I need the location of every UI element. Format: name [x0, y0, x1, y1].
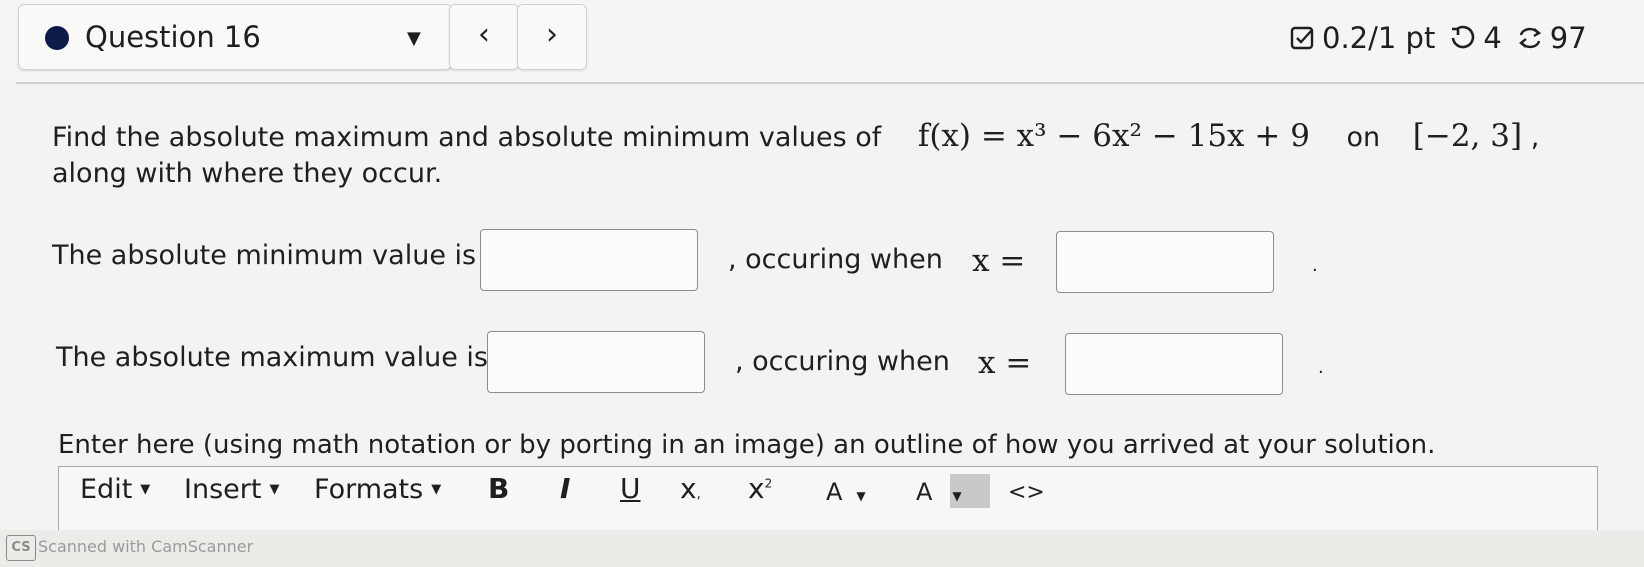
- score-text: 0.2/1 pt: [1322, 21, 1436, 55]
- min-period: .: [1312, 255, 1318, 276]
- interval: [−2, 3]: [1412, 118, 1523, 154]
- checkbox-score-icon: [1290, 25, 1316, 51]
- formats-menu-label: Formats: [314, 474, 424, 505]
- question-status-dot: [45, 26, 69, 50]
- interval-comma: ,: [1530, 122, 1540, 153]
- dropdown-caret-icon: ▼: [407, 28, 421, 49]
- bold-button[interactable]: B: [488, 472, 509, 505]
- next-question-button[interactable]: ›: [517, 4, 587, 70]
- outline-prompt: Enter here (using math notation or by po…: [58, 430, 1436, 460]
- min-x-equals: x =: [972, 243, 1026, 279]
- retries-count: 4: [1483, 21, 1502, 55]
- chevron-left-icon: ‹: [478, 17, 490, 52]
- min-x-input[interactable]: [1056, 231, 1274, 293]
- insert-menu-label: Insert: [184, 474, 262, 505]
- previous-question-button[interactable]: ‹: [449, 4, 519, 70]
- problem-text: Find the absolute maximum and absolute m…: [52, 122, 882, 153]
- caret-down-icon: ▼: [431, 482, 442, 497]
- min-value-input[interactable]: [480, 229, 698, 291]
- insert-menu[interactable]: Insert ▼: [184, 474, 279, 505]
- camscanner-text: Scanned with CamScanner: [38, 537, 254, 556]
- header-divider: [16, 82, 1644, 84]
- max-value-label: The absolute maximum value is: [56, 342, 488, 373]
- max-value-input[interactable]: [487, 331, 705, 393]
- max-occurring-text: , occuring when: [735, 346, 950, 377]
- question-label: Question 16: [85, 20, 261, 54]
- function-expression: f(x) = x³ − 6x² − 15x + 9: [917, 118, 1310, 154]
- underline-button[interactable]: U: [620, 472, 641, 505]
- attempts-icon: [1516, 24, 1544, 52]
- problem-line-2: along with where they occur.: [52, 158, 443, 189]
- highlight-color-button[interactable]: A ▼: [912, 478, 962, 506]
- question-status: 0.2/1 pt 4 97: [1290, 18, 1587, 58]
- caret-down-icon: ▼: [856, 489, 866, 503]
- edit-menu[interactable]: Edit ▼: [80, 474, 150, 505]
- max-x-equals: x =: [978, 345, 1032, 381]
- question-selector[interactable]: Question 16 ▼: [18, 4, 452, 70]
- italic-button[interactable]: I: [560, 472, 570, 505]
- formats-menu[interactable]: Formats ▼: [314, 474, 441, 505]
- attempts-count: 97: [1549, 21, 1587, 55]
- min-value-label: The absolute minimum value is: [52, 240, 477, 271]
- font-color-label: A: [826, 478, 843, 506]
- max-x-input[interactable]: [1065, 333, 1283, 395]
- superscript-mark: 2: [764, 476, 773, 491]
- problem-statement: Find the absolute maximum and absolute m…: [52, 118, 1539, 154]
- subscript-label: x: [680, 472, 697, 505]
- max-period: .: [1318, 357, 1324, 378]
- source-code-button[interactable]: <>: [1008, 480, 1045, 505]
- caret-down-icon: ▼: [952, 489, 962, 503]
- highlight-label: A: [916, 478, 933, 506]
- superscript-label: x: [748, 472, 765, 505]
- caret-down-icon: ▼: [269, 482, 280, 497]
- font-color-button[interactable]: A ▼: [826, 478, 866, 506]
- caret-down-icon: ▼: [140, 482, 151, 497]
- camscanner-logo: CS: [6, 535, 36, 561]
- on-word: on: [1346, 122, 1381, 153]
- min-occurring-text: , occuring when: [728, 244, 943, 275]
- superscript-button[interactable]: x2: [748, 472, 772, 505]
- edit-menu-label: Edit: [80, 474, 133, 505]
- subscript-button[interactable]: x,: [680, 472, 701, 505]
- retry-icon: [1449, 24, 1477, 52]
- subscript-mark: ,: [696, 487, 701, 502]
- chevron-right-icon: ›: [546, 17, 558, 52]
